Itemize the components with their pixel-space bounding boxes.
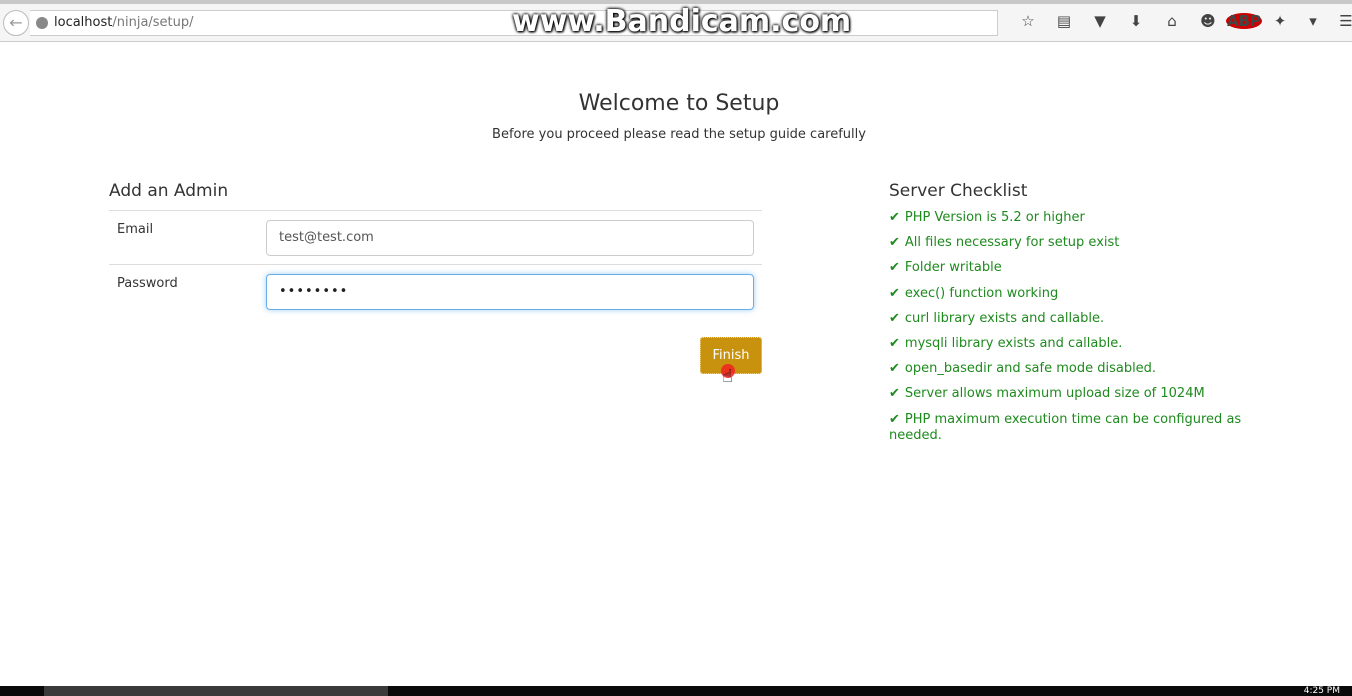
checklist-item: ✔ Server allows maximum upload size of 10… xyxy=(889,386,1205,402)
password-label: Password xyxy=(117,276,178,291)
back-button[interactable]: ← xyxy=(3,10,29,36)
checklist-item: ✔ mysqli library exists and callable. xyxy=(889,335,1123,351)
dropdown-icon[interactable]: ▾ xyxy=(1298,12,1328,30)
taskbar: 4:25 PM xyxy=(0,686,1352,696)
chat-icon[interactable]: ☻ xyxy=(1190,12,1226,30)
adblock-label: ABP xyxy=(1226,12,1262,30)
checklist-item: ✔ PHP Version is 5.2 or higher xyxy=(889,210,1085,225)
adblock-icon[interactable]: ABP xyxy=(1226,12,1262,30)
url-path: /ninja/setup/ xyxy=(112,15,194,30)
download-icon[interactable]: ⬇ xyxy=(1118,12,1154,30)
home-icon[interactable]: ⌂ xyxy=(1154,12,1190,30)
email-label: Email xyxy=(117,222,154,237)
divider xyxy=(109,264,762,265)
globe-icon xyxy=(36,17,48,29)
checklist-item: ✔ All files necessary for setup exist xyxy=(889,235,1120,251)
check-icon: ✔ xyxy=(889,210,900,225)
check-icon: ✔ xyxy=(889,411,900,427)
pocket-icon[interactable]: ▼ xyxy=(1082,12,1118,30)
extension-icon[interactable]: ✦ xyxy=(1262,12,1298,30)
check-icon: ✔ xyxy=(889,260,900,276)
check-icon: ✔ xyxy=(889,335,900,351)
checklist-item: ✔ exec() function working xyxy=(889,285,1059,301)
checklist-item: ✔ Folder writable xyxy=(889,260,1002,276)
email-field[interactable]: test@test.com xyxy=(266,220,754,256)
admin-heading: Add an Admin xyxy=(109,181,229,201)
star-icon[interactable]: ☆ xyxy=(1010,12,1046,30)
url-host: localhost xyxy=(54,15,113,30)
check-icon: ✔ xyxy=(889,310,900,326)
hand-cursor-icon: ☝ xyxy=(722,366,733,387)
page-subtitle: Before you proceed please read the setup… xyxy=(492,127,866,142)
taskbar-app[interactable] xyxy=(44,686,388,696)
watermark: www.Bandicam.com xyxy=(512,4,852,39)
check-icon: ✔ xyxy=(889,285,900,301)
check-icon: ✔ xyxy=(889,361,900,377)
check-icon: ✔ xyxy=(889,386,900,402)
divider xyxy=(109,210,762,211)
browser-toolbar: ← localhost/ninja/setup/ www.Bandicam.co… xyxy=(0,0,1352,42)
checklist-heading: Server Checklist xyxy=(889,181,1028,201)
taskbar-clock: 4:25 PM xyxy=(1303,686,1340,696)
menu-icon[interactable]: ☰ xyxy=(1328,12,1352,30)
page-title: Welcome to Setup xyxy=(578,91,780,116)
reading-list-icon[interactable]: ▤ xyxy=(1046,12,1082,30)
password-field[interactable]: •••••••• xyxy=(266,274,754,310)
server-checklist: ✔ PHP Version is 5.2 or higher ✔ All files… xyxy=(889,210,1249,453)
checklist-item: ✔ open_basedir and safe mode disabled. xyxy=(889,361,1157,377)
checklist-item: ✔ curl library exists and callable. xyxy=(889,310,1105,326)
checklist-item: ✔ PHP maximum execution time can be confi… xyxy=(889,411,1242,443)
check-icon: ✔ xyxy=(889,235,900,251)
